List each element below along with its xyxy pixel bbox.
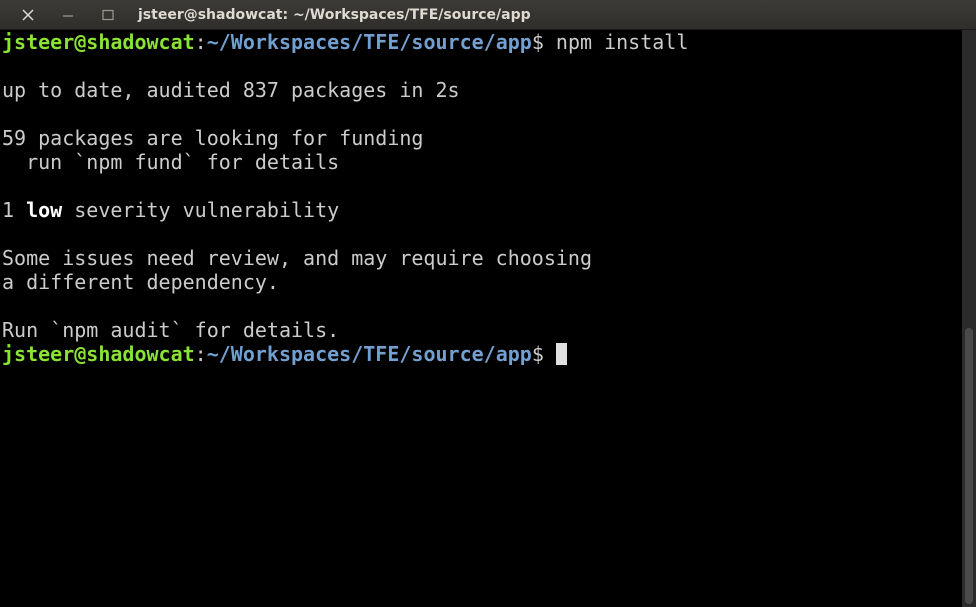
prompt-symbol: $ xyxy=(531,30,556,54)
output-line-fund-details: run `npm fund` for details xyxy=(2,150,340,174)
prompt-path: ~/Workspaces/TFE/source/app xyxy=(206,342,532,366)
vertical-scrollbar[interactable] xyxy=(962,30,976,607)
output-line-issues-1: Some issues need review, and may require… xyxy=(2,246,593,270)
vuln-count: 1 xyxy=(2,198,27,222)
scrollbar-thumb[interactable] xyxy=(965,328,973,604)
vuln-text: severity vulnerability xyxy=(62,198,340,222)
terminal-window: jsteer@shadowcat: ~/Workspaces/TFE/sourc… xyxy=(0,0,976,607)
maximize-icon[interactable] xyxy=(99,6,117,24)
title-bar[interactable]: jsteer@shadowcat: ~/Workspaces/TFE/sourc… xyxy=(0,0,976,30)
prompt-colon: : xyxy=(194,30,207,54)
output-line-uptodate: up to date, audited 837 packages in 2s xyxy=(2,78,460,102)
output-line-audit: Run `npm audit` for details. xyxy=(2,318,340,342)
command-text: npm install xyxy=(555,30,689,54)
close-icon[interactable] xyxy=(19,6,37,24)
output-line-issues-2: a different dependency. xyxy=(2,270,279,294)
terminal-output[interactable]: jsteer@shadowcat:~/Workspaces/TFE/source… xyxy=(0,30,962,607)
text-cursor xyxy=(555,343,567,365)
output-line-funding: 59 packages are looking for funding xyxy=(2,126,424,150)
prompt-colon: : xyxy=(194,342,207,366)
prompt-line: jsteer@shadowcat:~/Workspaces/TFE/source… xyxy=(2,30,962,54)
vuln-level: low xyxy=(26,198,63,222)
prompt-path: ~/Workspaces/TFE/source/app xyxy=(206,30,532,54)
minimize-icon[interactable] xyxy=(59,6,77,24)
window-title: jsteer@shadowcat: ~/Workspaces/TFE/sourc… xyxy=(138,7,531,23)
prompt-symbol: $ xyxy=(531,342,556,366)
prompt-user-host: jsteer@shadowcat xyxy=(2,30,195,54)
prompt-user-host: jsteer@shadowcat xyxy=(2,342,195,366)
output-line-vulnerability: 1 low severity vulnerability xyxy=(2,198,962,222)
prompt-line: jsteer@shadowcat:~/Workspaces/TFE/source… xyxy=(2,342,962,366)
